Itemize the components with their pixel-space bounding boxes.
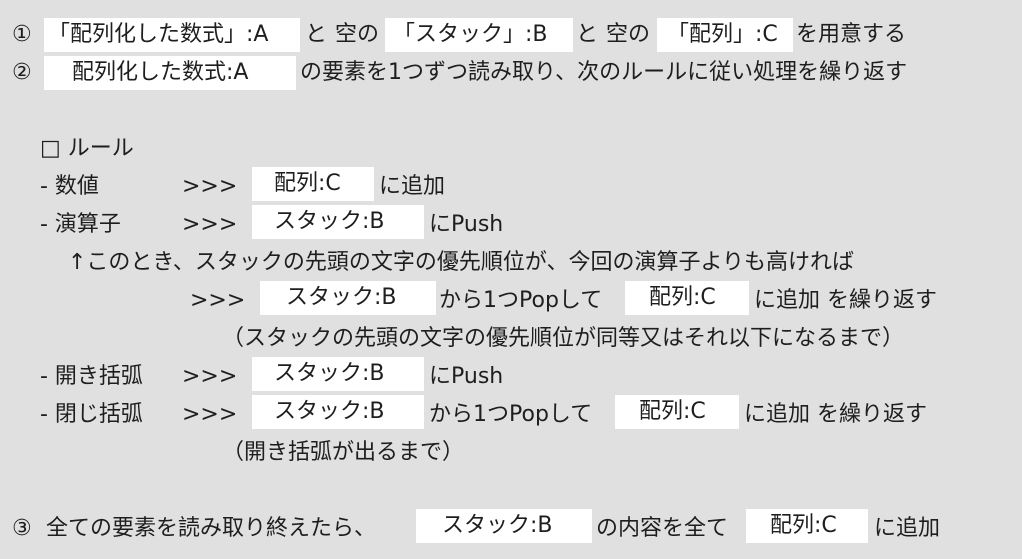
rule-operator-sub-mid: から1つPopして — [439, 288, 603, 313]
rule-operator-label: - 演算子 — [40, 212, 121, 237]
rule-operator-box: スタック:B — [252, 205, 424, 239]
rule-operator-arrow: >>> — [182, 212, 238, 237]
step3-lead: 全ての要素を読み取り終えたら、 — [46, 516, 377, 541]
rule-operator-note: ↑このとき、スタックの先頭の文字の優先順位が、今回の演算子よりも高ければ — [68, 250, 855, 275]
rule-open-paren-arrow: >>> — [182, 364, 238, 389]
rule-operator-sub-box-b: スタック:B — [260, 281, 436, 315]
rule-close-paren-arrow: >>> — [182, 402, 238, 427]
step1-to-1: と — [305, 22, 328, 47]
step3-box-c: 配列:C — [746, 509, 868, 543]
rule-close-paren-mid: から1つPopして — [429, 402, 593, 427]
rule-operator-sub-tail: に追加 を繰り返す — [754, 288, 937, 313]
step2-marker: ② — [12, 60, 32, 85]
rule-close-paren-paren: （開き括弧が出るまで） — [222, 440, 465, 465]
rule-operator-sub-box-c: 配列:C — [625, 281, 749, 315]
step1-tail: を用意する — [796, 22, 907, 47]
step3-mid: の内容を全て — [596, 516, 729, 541]
rules-heading: □ ルール — [40, 136, 134, 161]
rule-open-paren-label: - 開き括弧 — [40, 364, 143, 389]
rule-close-paren-label: - 閉じ括弧 — [40, 402, 143, 427]
step2-box-a: 配列化した数式:A — [44, 56, 296, 90]
rule-operator-paren: （スタックの先頭の文字の優先順位が同等又はそれ以下になるまで） — [222, 326, 905, 351]
step3-tail: に追加 — [874, 516, 941, 541]
step3-box-b: スタック:B — [416, 509, 592, 543]
rule-number-label: - 数値 — [40, 174, 99, 199]
rule-operator-action: にPush — [429, 212, 504, 237]
step3-marker: ③ — [12, 516, 32, 541]
rule-close-paren-tail: に追加 を繰り返す — [744, 402, 927, 427]
step1-kara-1: 空の — [335, 22, 380, 47]
rule-number-arrow: >>> — [182, 174, 238, 199]
rule-open-paren-box: スタック:B — [252, 357, 424, 391]
step2-tail: の要素を1つずつ読み取り、次のルールに従い処理を繰り返す — [300, 60, 908, 85]
step1-box-a: 「配列化した数式」:A — [44, 18, 300, 52]
step1-box-c: 「配列」:C — [657, 18, 793, 52]
step1-kara-2: 空の — [606, 22, 651, 47]
rule-close-paren-box-c: 配列:C — [615, 395, 739, 429]
rule-number-action: に追加 — [379, 174, 446, 199]
rule-open-paren-action: にPush — [429, 364, 504, 389]
rule-operator-sub-arrow: >>> — [190, 288, 246, 313]
rule-number-box: 配列:C — [252, 167, 374, 201]
step1-box-b: 「スタック」:B — [385, 18, 573, 52]
rule-close-paren-box-b: スタック:B — [252, 395, 424, 429]
step1-to-2: と — [576, 22, 599, 47]
step1-marker: ① — [12, 22, 32, 47]
